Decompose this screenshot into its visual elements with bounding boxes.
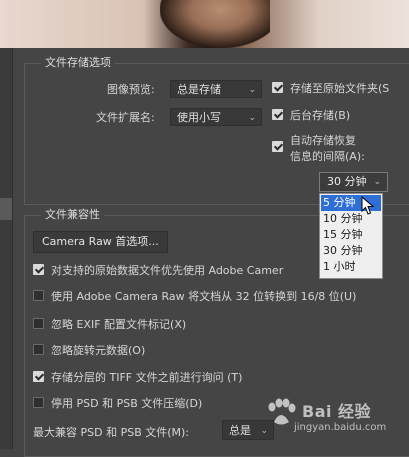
autosave-label-line2: 信息的间隔(A):	[290, 150, 365, 163]
autosave-checkbox[interactable]	[272, 141, 283, 152]
max-compat-value: 总是	[229, 424, 251, 437]
file-saving-options-title: 文件存储选项	[41, 56, 115, 70]
autosave-interval-select[interactable]: 30 分钟 ⌄	[319, 172, 388, 192]
watermark-url: jingyan.baidu.com	[294, 422, 387, 433]
chevron-down-icon: ⌄	[248, 85, 256, 95]
autosave-interval-value: 30 分钟	[327, 175, 367, 188]
save-as-original-checkbox[interactable]	[272, 82, 283, 93]
autosave-label-line1: 自动存储恢复	[290, 134, 356, 147]
ask-layered-tiff-label: 存储分层的 TIFF 文件之前进行询问 (T)	[51, 371, 243, 384]
background-save-label: 后台存储(B)	[290, 109, 351, 122]
ignore-exif-checkbox[interactable]	[33, 318, 44, 329]
left-panel-rail	[0, 48, 13, 449]
prefer-camera-raw-label: 对支持的原始数据文件优先使用 Adobe Camer	[51, 264, 284, 277]
ignore-exif-label: 忽略 EXIF 配置文件标记(X)	[51, 318, 187, 331]
photo-preview-strip	[0, 0, 409, 48]
background-save-checkbox[interactable]	[272, 109, 283, 120]
file-extension-label: 文件扩展名:	[96, 111, 155, 124]
image-preview-label: 图像预览:	[107, 83, 155, 96]
interval-option-15min[interactable]: 15 分钟	[321, 227, 381, 243]
ignore-rotation-checkbox[interactable]	[33, 344, 44, 355]
camera-raw-preferences-button[interactable]: Camera Raw 首选项...	[33, 231, 168, 253]
watermark-brand: Bai 经验	[302, 402, 372, 421]
chevron-down-icon: ⌄	[248, 113, 256, 123]
interval-option-1hour[interactable]: 1 小时	[321, 259, 381, 275]
disable-compression-label: 停用 PSD 和 PSB 文件压缩(D)	[51, 397, 203, 410]
file-compatibility-title: 文件兼容性	[41, 208, 104, 222]
ignore-rotation-label: 忽略旋转元数据(O)	[51, 344, 146, 357]
baidu-paw-icon	[268, 398, 296, 425]
photo-subject	[160, 0, 270, 48]
camera-raw-convert-label: 使用 Adobe Camera Raw 将文档从 32 位转换到 16/8 位(…	[51, 290, 357, 303]
rail-marker	[0, 198, 12, 220]
file-extension-select[interactable]: 使用小写 ⌄	[170, 108, 262, 126]
camera-raw-convert-checkbox[interactable]	[33, 290, 44, 301]
disable-compression-checkbox[interactable]	[33, 397, 44, 408]
max-compat-label: 最大兼容 PSD 和 PSB 文件(M):	[33, 426, 190, 439]
image-preview-value: 总是存储	[177, 83, 221, 96]
mouse-pointer-icon	[361, 196, 375, 215]
image-preview-select[interactable]: 总是存储 ⌄	[170, 80, 262, 98]
interval-option-30min[interactable]: 30 分钟	[321, 243, 381, 259]
save-as-original-label: 存储至原始文件夹(S	[290, 82, 390, 95]
baidu-watermark: Bai 经验 jingyan.baidu.com	[264, 396, 404, 446]
file-extension-value: 使用小写	[177, 111, 221, 124]
ask-layered-tiff-checkbox[interactable]	[33, 371, 44, 382]
chevron-down-icon: ⌄	[373, 177, 381, 187]
prefer-camera-raw-checkbox[interactable]	[33, 264, 44, 275]
